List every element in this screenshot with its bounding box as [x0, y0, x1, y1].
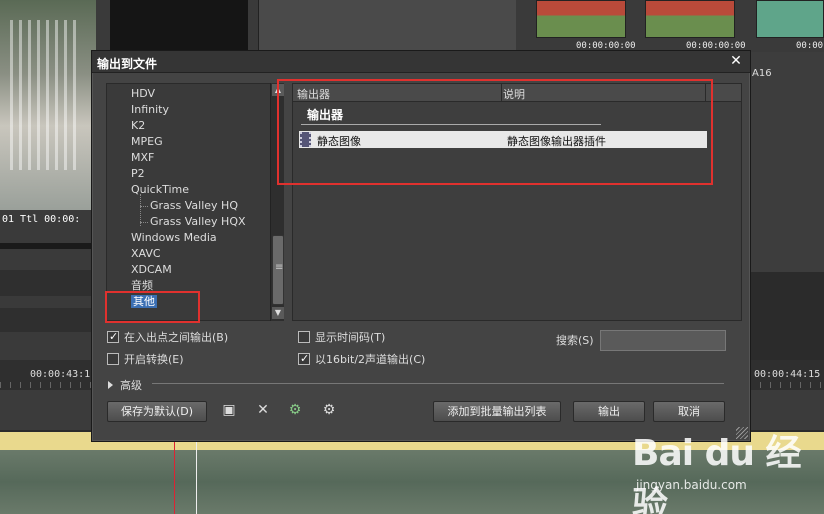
tree-elbow-line — [140, 222, 148, 223]
tree-item[interactable]: QuickTime — [131, 182, 189, 198]
watermark-logo: Bai du 经验 — [632, 433, 802, 514]
checkbox-checked[interactable] — [107, 329, 119, 345]
tree-item-label: Windows Media — [131, 231, 217, 244]
save-icon[interactable]: ▣ — [220, 401, 238, 419]
option-label: 以16bit/2声道输出(C) — [315, 353, 426, 366]
advanced-divider — [152, 383, 724, 384]
checkbox[interactable] — [298, 331, 310, 343]
option-show-timecode[interactable]: 显示时间码(T) — [298, 330, 385, 346]
tree-item[interactable]: Grass Valley HQX — [150, 214, 246, 230]
tree-item[interactable]: MXF — [131, 150, 154, 166]
option-enable-convert[interactable]: 开启转换(E) — [107, 352, 184, 368]
highlight-box-exporters — [277, 79, 713, 185]
checkbox-checked[interactable] — [298, 351, 310, 367]
tree-item-label: XAVC — [131, 247, 161, 260]
player-slider[interactable] — [0, 243, 94, 249]
preset-export-icon[interactable]: ⚙ — [320, 401, 338, 419]
tree-item-label: K2 — [131, 119, 146, 132]
checkbox[interactable] — [107, 353, 119, 365]
tree-item-label: Grass Valley HQX — [150, 215, 246, 228]
tree-item-label: QuickTime — [131, 183, 190, 196]
baidu-watermark: Bai du 经验 jingyan.baidu.com — [632, 420, 822, 514]
preview-image — [0, 0, 96, 210]
cancel-button[interactable]: 取消 — [653, 401, 725, 422]
tree-item-label: Infinity — [131, 103, 169, 116]
tree-item-label: MPEG — [131, 135, 163, 148]
close-icon[interactable]: ✕ — [728, 53, 744, 69]
ruler-timecode: 00:00:44:15 — [754, 369, 821, 380]
option-label: 显示时间码(T) — [315, 331, 386, 344]
tree-item-label: Grass Valley HQ — [150, 199, 238, 212]
right-panel — [750, 52, 824, 272]
tree-item-label: XDCAM — [131, 263, 172, 276]
advanced-label: 高级 — [120, 379, 142, 392]
ruler-timecode: 00:00:43:1 — [30, 369, 91, 380]
clip-thumbnail[interactable] — [536, 0, 626, 38]
option-label: 在入出点之间输出(B) — [124, 331, 229, 344]
bin-panel — [258, 0, 516, 50]
highlight-box-other — [105, 291, 200, 323]
dialog-titlebar[interactable]: 输出到文件 ✕ — [92, 51, 750, 73]
tree-elbow-line — [140, 206, 148, 207]
tree-item[interactable]: P2 — [131, 166, 145, 182]
delete-icon[interactable]: ✕ — [254, 401, 272, 419]
tree-item[interactable]: Windows Media — [131, 230, 217, 246]
tree-item[interactable]: XAVC — [131, 246, 161, 262]
format-tree: HDV Infinity K2 MPEG MXF P2 QuickTime Grass Val… — [106, 83, 272, 321]
add-to-batch-button[interactable]: 添加到批量输出列表 — [433, 401, 561, 422]
scroll-thumb[interactable] — [272, 235, 284, 305]
tree-item[interactable]: Infinity — [131, 102, 169, 118]
preset-import-icon[interactable]: ⚙ — [286, 401, 304, 419]
tree-item[interactable]: HDV — [131, 86, 155, 102]
tree-item[interactable]: XDCAM — [131, 262, 172, 278]
option-label: 开启转换(E) — [124, 353, 184, 366]
track-label: A16 — [752, 68, 772, 79]
watermark-url: jingyan.baidu.com — [636, 478, 747, 492]
advanced-toggle[interactable]: 高级 — [108, 377, 142, 393]
transport-buttons[interactable] — [0, 270, 94, 296]
tree-item[interactable]: MPEG — [131, 134, 163, 150]
player-timecode: 01 Ttl 00:00: — [2, 214, 81, 225]
tree-item-label: P2 — [131, 167, 145, 180]
option-between-in-out[interactable]: 在入出点之间输出(B) — [107, 329, 229, 346]
option-16bit-2ch[interactable]: 以16bit/2声道输出(C) — [298, 351, 426, 368]
export-button[interactable]: 输出 — [573, 401, 645, 422]
export-to-file-dialog: 输出到文件 ✕ HDV Infinity K2 MPEG MXF P2 QuickTime G… — [91, 50, 751, 442]
timeline-marker — [196, 440, 197, 514]
clip-thumbnail[interactable] — [645, 0, 735, 38]
bin-panel-dark — [110, 0, 248, 50]
save-as-default-button[interactable]: 保存为默认(D) — [107, 401, 207, 422]
tree-item-label: HDV — [131, 87, 156, 100]
search-input[interactable] — [600, 330, 726, 351]
dialog-title: 输出到文件 — [97, 57, 158, 71]
edit-buttons[interactable] — [0, 308, 94, 332]
tree-item-label: MXF — [131, 151, 155, 164]
tree-item[interactable]: K2 — [131, 118, 145, 134]
search-label: 搜索(S) — [556, 334, 594, 347]
audio-clip-thumbnail[interactable] — [756, 0, 824, 38]
thumb-timecode: 00:00: — [796, 41, 824, 51]
scroll-down-icon[interactable]: ▼ — [272, 307, 284, 319]
expand-arrow-icon[interactable] — [108, 381, 113, 389]
tree-item[interactable]: Grass Valley HQ — [150, 198, 238, 214]
